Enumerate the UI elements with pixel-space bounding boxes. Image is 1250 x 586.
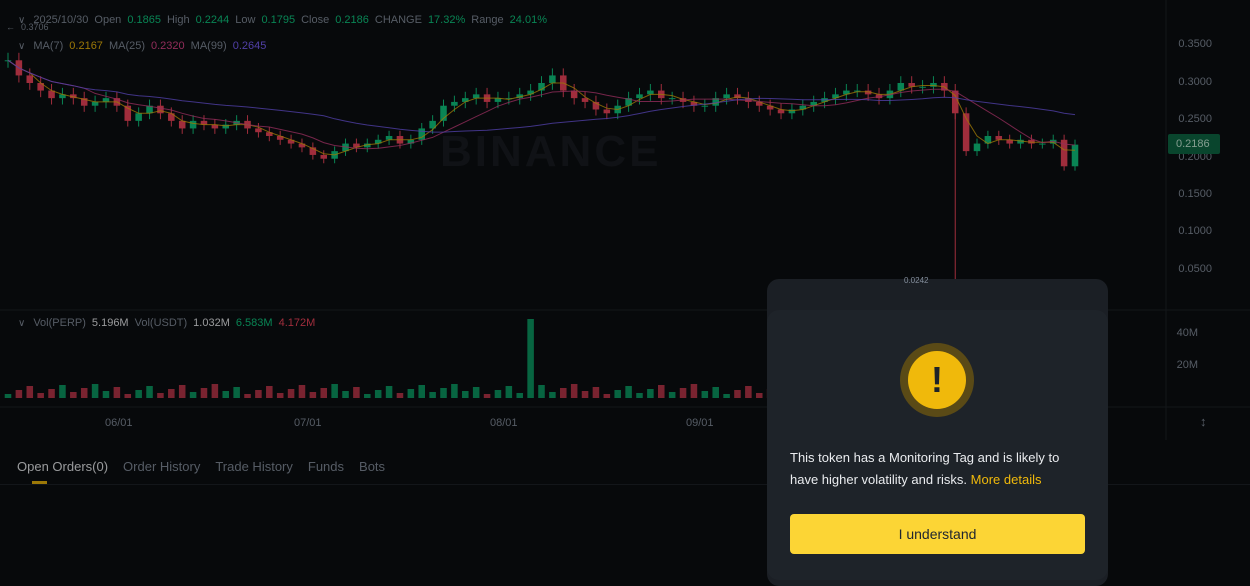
warning-icon: ! xyxy=(900,343,974,417)
monitoring-tag-modal: ! This token has a Monitoring Tag and is… xyxy=(767,310,1108,580)
modal-message: This token has a Monitoring Tag and is l… xyxy=(790,447,1090,491)
more-details-link[interactable]: More details xyxy=(971,472,1042,487)
low-marker: 0.0242 xyxy=(904,276,929,285)
i-understand-button[interactable]: I understand xyxy=(790,514,1085,554)
exclamation-icon: ! xyxy=(908,351,966,409)
